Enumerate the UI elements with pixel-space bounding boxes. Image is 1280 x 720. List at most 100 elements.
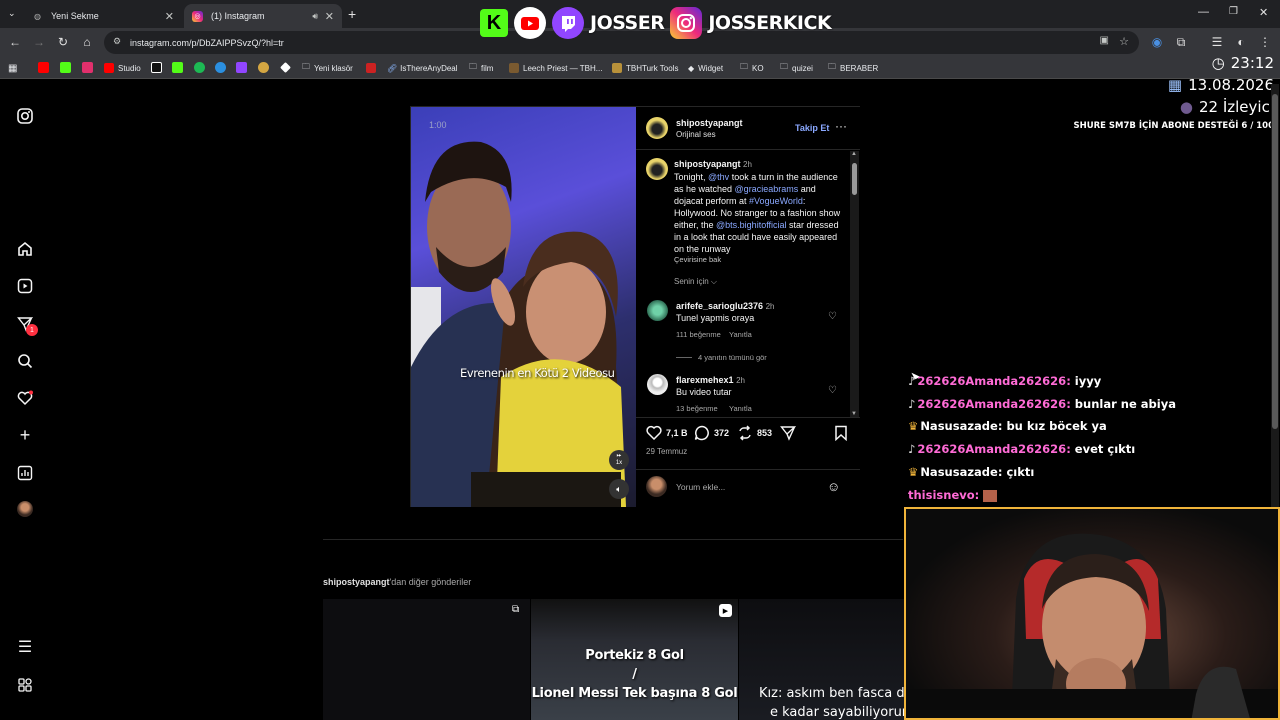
audio-label[interactable]: Orijinal ses <box>676 130 716 139</box>
bookmark-film[interactable]: 🗀 film <box>469 61 493 75</box>
more-post-thumbnail-2[interactable]: ▶ Portekiz 8 Gol / Lionel Messi Tek başı… <box>531 599 738 720</box>
scrollbar-thumb[interactable] <box>1272 94 1278 429</box>
bookmark-istheranydeal[interactable] <box>366 61 380 75</box>
reading-list-icon[interactable]: ☰ <box>1209 34 1225 50</box>
instagram-bookmark-icon[interactable] <box>82 62 93 73</box>
youtube-bookmark-icon[interactable] <box>38 62 49 73</box>
bookmark-widget[interactable]: ◆ Widget <box>688 61 723 75</box>
author-avatar[interactable] <box>646 117 668 139</box>
comments-scrollbar[interactable]: ▲ ▼ <box>850 151 859 417</box>
close-icon[interactable]: ✕ <box>325 10 334 23</box>
like-button[interactable]: 7,1 B <box>646 425 688 440</box>
view-replies-link[interactable]: 4 yanıtın tümünü gör <box>698 353 767 362</box>
comment-input[interactable]: Yorum ekle... <box>676 482 816 492</box>
profile-icon[interactable]: ◐ <box>1233 34 1249 50</box>
mute-button[interactable]: 🔈︎ <box>609 479 629 499</box>
reload-icon[interactable]: ↻ <box>55 34 71 50</box>
extension-icon[interactable]: ◉ <box>1149 34 1165 50</box>
bookmark-icon-a[interactable] <box>258 62 269 73</box>
apps-grid-icon[interactable]: ▦ <box>8 61 17 75</box>
bookmark-yeni-klasor[interactable]: 🗀 Yeni klasör <box>302 61 353 75</box>
comment-likes[interactable]: 111 beğenme <box>676 330 721 339</box>
tab-new-tab[interactable]: ◍ Yeni Sekme ✕ <box>24 4 182 28</box>
more-post-thumbnail-1[interactable]: ⧉ <box>323 599 530 720</box>
bookmark-studio[interactable]: Studio <box>104 61 141 75</box>
also-from-meta-icon[interactable] <box>16 676 34 694</box>
bookmark-ko[interactable]: 🗀 KO <box>740 61 764 75</box>
follow-button[interactable]: Takip Et <box>795 123 829 133</box>
comment-like-heart-icon[interactable]: ♡ <box>828 385 837 396</box>
edge-bookmark-icon[interactable] <box>215 62 226 73</box>
search-icon[interactable] <box>16 352 34 370</box>
heart-icon[interactable] <box>16 389 34 407</box>
bookmark-leech-priest[interactable]: Leech Priest — TBH... <box>509 61 602 75</box>
options-more-icon[interactable]: ··· <box>835 119 847 133</box>
bookmark-icon-b[interactable] <box>280 62 291 73</box>
tiktok-bookmark-icon[interactable] <box>151 62 162 73</box>
comment-username[interactable]: arifefe_sarioglu2376 2h <box>676 301 774 311</box>
tab-instagram[interactable]: ◎ (1) Instagram 🔊︎ ✕ <box>184 4 342 28</box>
commenter-avatar[interactable] <box>647 374 668 395</box>
mention-thv[interactable]: @thv <box>708 172 729 182</box>
folder-icon: 🗀 <box>780 62 788 71</box>
twitch-bookmark-icon[interactable] <box>236 62 247 73</box>
kick-bookmark-icon-2[interactable] <box>172 62 183 73</box>
scroll-up-icon[interactable]: ▲ <box>851 151 857 157</box>
menu-kebab-icon[interactable]: ⋮ <box>1257 34 1273 50</box>
site-info-icon[interactable]: ⚙︎ <box>113 36 121 47</box>
bookmark-tbhturk-tools[interactable]: TBHTurk Tools <box>612 61 678 75</box>
reply-button[interactable]: Yanıtla <box>729 330 752 339</box>
save-button[interactable] <box>834 425 848 446</box>
bookmark-quizei[interactable]: 🗀 quizei <box>780 61 813 75</box>
mention-gracieabrams[interactable]: @gracieabrams <box>735 184 799 194</box>
caption-username[interactable]: shipostyapangt <box>674 159 741 169</box>
close-window-button[interactable]: ✕ <box>1259 6 1268 19</box>
minimize-button[interactable]: — <box>1198 6 1209 18</box>
hashtag-vogueworld[interactable]: #VogueWorld <box>749 196 803 206</box>
close-icon[interactable]: ✕ <box>165 10 174 23</box>
forward-arrow-icon[interactable]: → <box>31 34 47 50</box>
create-plus-icon[interactable]: + <box>16 425 34 445</box>
more-menu-icon[interactable]: ☰ <box>16 638 34 656</box>
emoji-icon[interactable]: ☺ <box>827 479 840 494</box>
maximize-button[interactable]: ❐ <box>1229 6 1238 17</box>
caption-avatar[interactable] <box>646 158 668 180</box>
back-arrow-icon[interactable]: ← <box>7 34 23 50</box>
comment-likes[interactable]: 13 beğenme <box>676 404 718 413</box>
home-icon[interactable]: ⌂ <box>79 34 95 50</box>
home-icon[interactable] <box>16 240 34 258</box>
new-tab-button[interactable]: + <box>348 6 356 22</box>
extensions-puzzle-icon[interactable]: ⧉ <box>1173 34 1189 50</box>
profile-avatar[interactable] <box>16 500 34 518</box>
bookmark-istheranydeal-label[interactable]: 🔗︎ IsThereAnyDeal <box>387 61 458 75</box>
tab-list-menu-icon[interactable]: ⌄ <box>8 8 16 19</box>
more-posts-username[interactable]: shipostyapangt <box>323 577 390 587</box>
mention-bts[interactable]: @bts.bighitofficial <box>716 220 787 230</box>
commenter-avatar[interactable] <box>647 300 668 321</box>
author-username[interactable]: shipostyapangt <box>676 118 743 128</box>
reply-button[interactable]: Yanıtla <box>729 404 752 413</box>
repost-button[interactable]: 853 <box>737 425 772 441</box>
scrollbar-thumb[interactable] <box>852 163 857 195</box>
messages-icon[interactable]: 1 <box>16 315 38 336</box>
install-app-icon[interactable]: ▣ <box>1100 35 1109 46</box>
more-post-thumbnail-3[interactable]: Kız: askım ben fasca d e kadar sayabiliy… <box>739 599 904 720</box>
bookmark-beraber[interactable]: 🗀 BERABER <box>828 61 878 75</box>
instagram-logo-icon[interactable] <box>16 107 34 125</box>
see-translation-link[interactable]: Çevirisine bak <box>674 255 844 264</box>
playback-speed-button[interactable]: ⏩︎ 1x <box>609 450 629 470</box>
kick-bookmark-icon[interactable] <box>60 62 71 73</box>
comment-username[interactable]: flarexmehex1 2h <box>676 375 745 385</box>
comment-like-heart-icon[interactable]: ♡ <box>828 311 837 322</box>
share-button[interactable] <box>780 425 797 446</box>
dashboard-icon[interactable] <box>16 464 34 482</box>
comment-button[interactable]: 372 <box>694 425 729 441</box>
for-you-filter[interactable]: Senin için ⌵ <box>674 277 717 287</box>
bookmark-star-icon[interactable]: ☆ <box>1119 35 1129 48</box>
audio-playing-icon[interactable]: 🔊︎ <box>312 11 318 22</box>
comment-text: Bu video tutar <box>676 387 732 397</box>
chat-separator: : <box>974 488 984 502</box>
reels-icon[interactable] <box>16 277 34 295</box>
post-video[interactable]: 1:00 Evrenenin en Kötü 2 Videosu ⏩︎ 1x 🔈︎ <box>411 107 636 507</box>
spotify-bookmark-icon[interactable] <box>194 62 205 73</box>
